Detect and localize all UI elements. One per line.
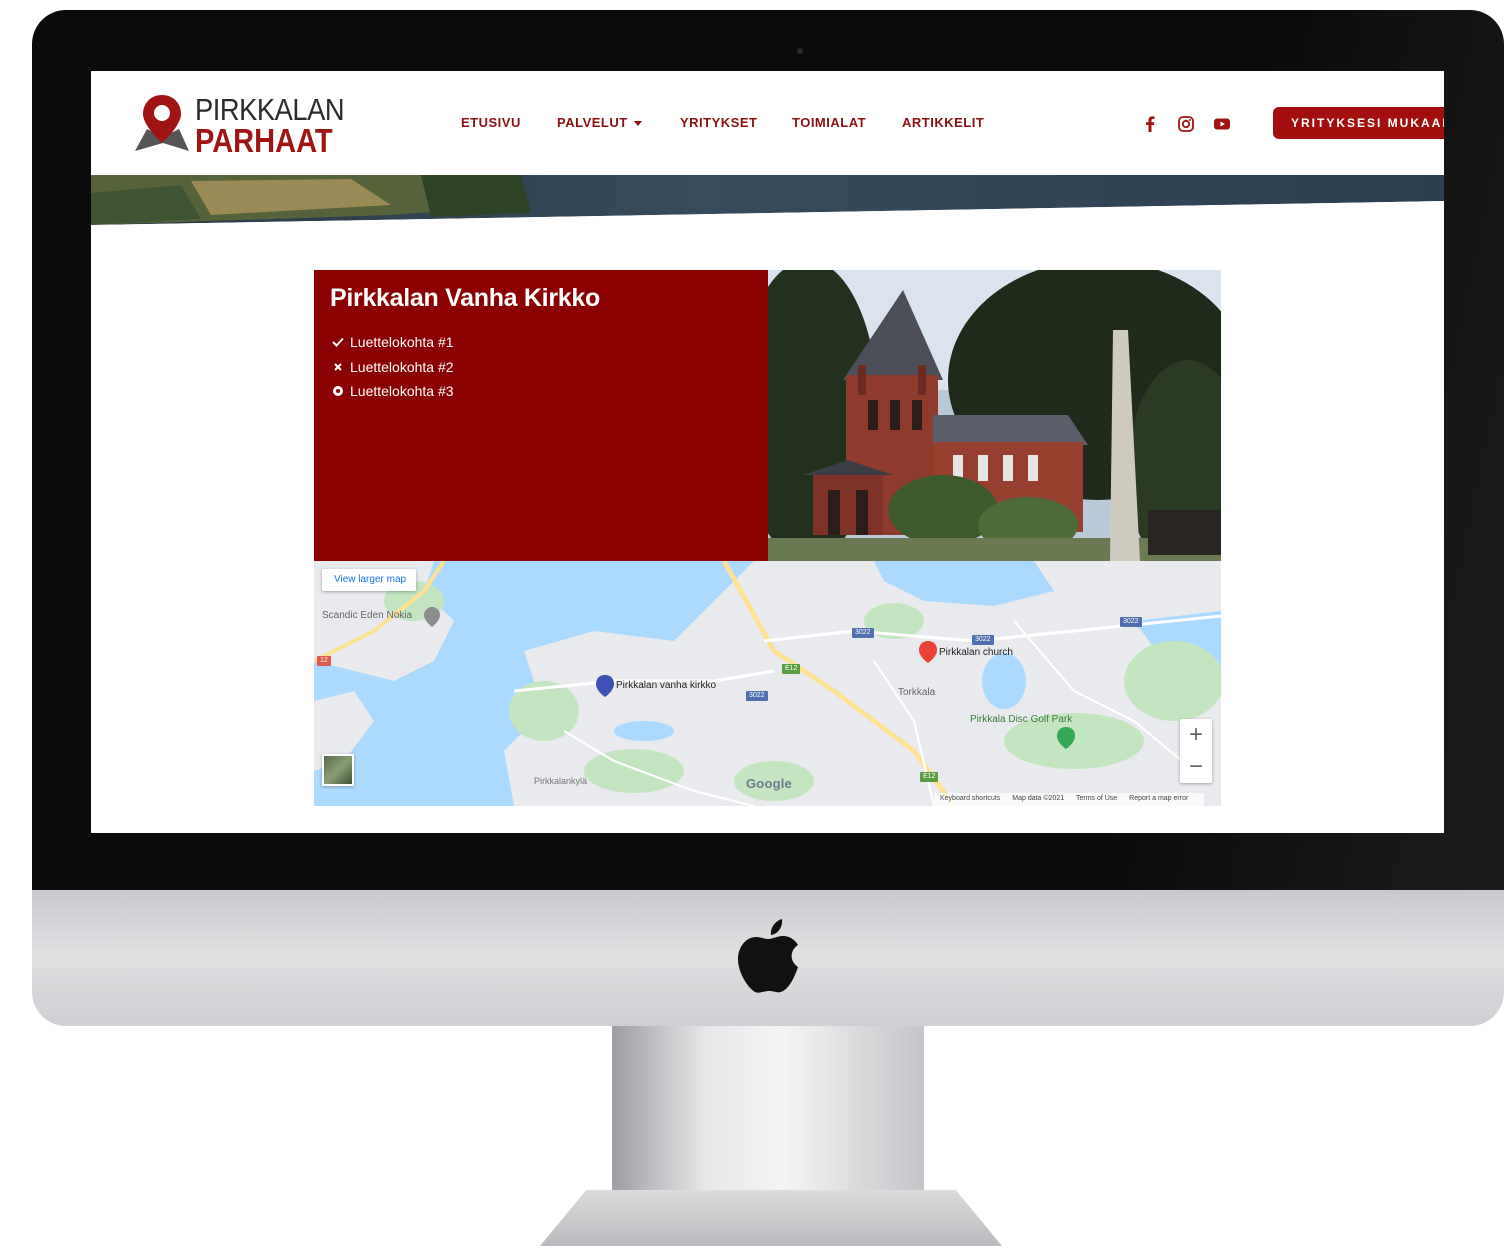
- map-label-church[interactable]: Pirkkalan church: [939, 647, 1013, 658]
- join-button[interactable]: YRITYKSESI MUKAAN: [1273, 107, 1444, 139]
- logo-text-bottom: PARHAAT: [195, 122, 333, 159]
- church-photo: [768, 270, 1221, 561]
- apple-logo-icon: [738, 919, 798, 993]
- satellite-layer-toggle[interactable]: [322, 754, 354, 786]
- caret-down-icon: [633, 121, 642, 127]
- nav-etusivu[interactable]: ETUSIVU: [461, 115, 521, 130]
- zoom-out-button[interactable]: −: [1180, 751, 1212, 783]
- map-label-disc-golf[interactable]: Pirkkala Disc Golf Park: [970, 714, 1072, 725]
- nav-toimialat[interactable]: TOIMIALAT: [792, 115, 866, 130]
- map-label-pirkkalankyla: Pirkkalankylä: [534, 776, 588, 786]
- google-logo: Google: [746, 776, 792, 791]
- facebook-icon[interactable]: [1139, 113, 1161, 135]
- list-item-label: Luettelokohta #2: [350, 358, 454, 375]
- screen: PIRKKALAN PARHAAT ETUSIVU PALVELUT YRITY…: [91, 71, 1444, 833]
- card-title: Pirkkalan Vanha Kirkko: [330, 284, 600, 312]
- road-badge: 3022: [746, 691, 768, 701]
- nav-palvelut-label: PALVELUT: [557, 115, 628, 130]
- map-label-scandic: Scandic Eden Nokia: [322, 610, 413, 621]
- info-card: Pirkkalan Vanha Kirkko Luettelokohta #1 …: [314, 270, 768, 561]
- nav-artikkelit[interactable]: ARTIKKELIT: [902, 115, 984, 130]
- zoom-controls: + −: [1180, 719, 1212, 783]
- check-icon: [330, 335, 346, 349]
- content-section: Pirkkalan Vanha Kirkko Luettelokohta #1 …: [314, 270, 1221, 806]
- road-badge: 3022: [1120, 617, 1142, 627]
- nav-palvelut[interactable]: PALVELUT: [557, 115, 642, 130]
- list-item: Luettelokohta #1: [330, 330, 454, 355]
- monitor-stand: [612, 1026, 924, 1196]
- road-badge: E12: [920, 772, 939, 782]
- monitor-foot: [540, 1190, 1002, 1246]
- list-item-label: Luettelokohta #1: [350, 334, 454, 351]
- circle-dot-icon: [330, 384, 346, 398]
- hero-banner-image: [91, 175, 1444, 231]
- map-label-old-church[interactable]: Pirkkalan vanha kirkko: [616, 680, 716, 691]
- times-icon: [330, 360, 346, 374]
- list-item-label: Luettelokohta #3: [350, 383, 454, 400]
- zoom-in-button[interactable]: +: [1180, 719, 1212, 751]
- embedded-map[interactable]: View larger map Scandic Eden Nokia Pirkk…: [314, 561, 1221, 806]
- map-tiles: [314, 561, 1221, 806]
- webcam: [797, 48, 803, 54]
- road-badge: E12: [782, 664, 801, 674]
- map-label-torkkala: Torkkala: [898, 687, 936, 698]
- view-larger-map-link[interactable]: View larger map: [322, 569, 416, 591]
- youtube-icon[interactable]: [1211, 113, 1233, 135]
- road-badge: 3022: [972, 635, 994, 645]
- report-map-error-link[interactable]: Report a map error: [1129, 795, 1188, 802]
- map-data-text: Map data ©2021: [1012, 795, 1065, 802]
- list-item: Luettelokohta #3: [330, 379, 454, 404]
- terms-of-use-link[interactable]: Terms of Use: [1076, 795, 1117, 802]
- list-item: Luettelokohta #2: [330, 355, 454, 380]
- instagram-icon[interactable]: [1175, 113, 1197, 135]
- road-badge: 3022: [852, 628, 874, 638]
- site-header: PIRKKALAN PARHAAT ETUSIVU PALVELUT YRITY…: [91, 71, 1444, 175]
- road-badge: 12: [317, 656, 331, 666]
- map-pin-icon: [135, 95, 189, 151]
- nav-yritykset[interactable]: YRITYKSET: [680, 115, 757, 130]
- site-logo[interactable]: PIRKKALAN PARHAAT: [133, 93, 363, 159]
- card-list: Luettelokohta #1 Luettelokohta #2 Luette…: [330, 330, 454, 404]
- map-footer: Keyboard shortcuts Map data ©2021 Terms …: [934, 793, 1205, 806]
- keyboard-shortcuts-link[interactable]: Keyboard shortcuts: [940, 795, 1000, 802]
